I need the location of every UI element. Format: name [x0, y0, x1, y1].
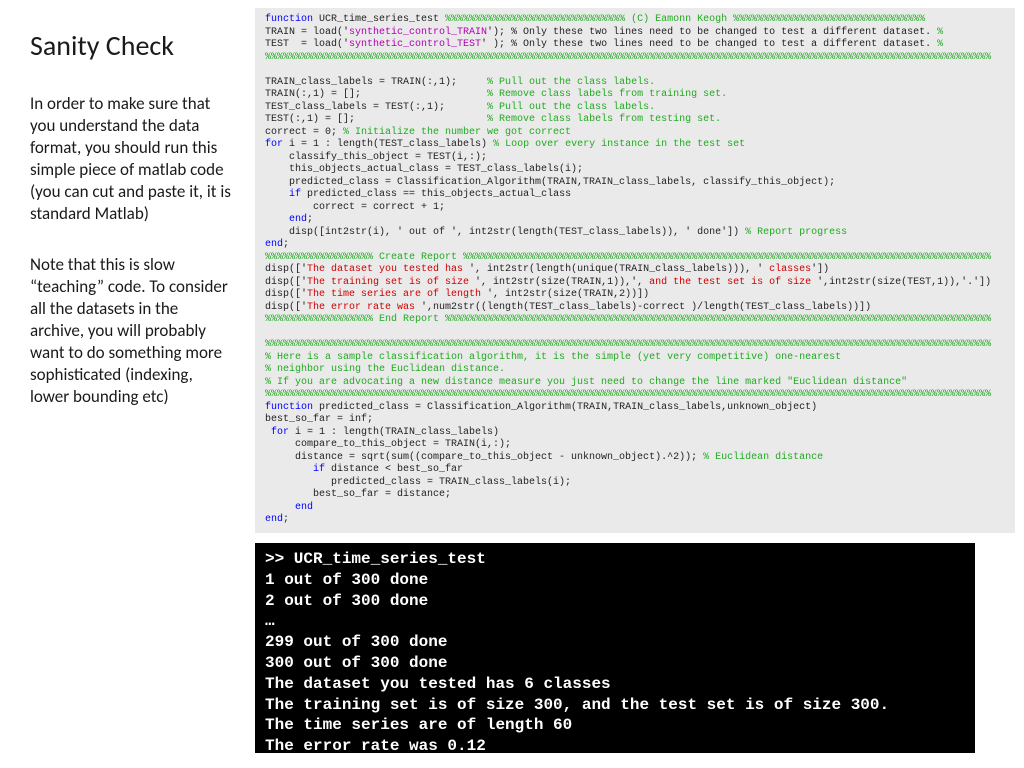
code-text: predicted_class = Classification_Algorit… — [313, 402, 817, 413]
console-output: >> UCR_time_series_test 1 out of 300 don… — [255, 543, 975, 753]
code-text: for — [265, 427, 289, 438]
code-text: % Remove class labels from testing set. — [487, 114, 721, 125]
console-line: 2 out of 300 done — [265, 592, 428, 610]
code-text: and the test set is of size — [649, 277, 817, 288]
code-text: %%%%%%%%%%%%%%%%%%%%%%%%%%%%%%%%%%%%%%%%… — [265, 339, 991, 350]
code-text: end — [295, 502, 313, 513]
code-text: %%%%%%%%%%%%%%%%%%%%%%%%%%%%%%%%%%%%%%%%… — [265, 52, 991, 63]
console-line: … — [265, 612, 275, 630]
code-text: The time series are of length — [307, 289, 487, 300]
code-text: % Here is a sample classification algori… — [265, 352, 841, 363]
code-text: %%%%%%%%%%%%%%%%%%%%%%%%%%%%%%%%%%%%%%%%… — [265, 389, 991, 400]
code-text: best_so_far = distance; — [265, 489, 451, 500]
code-text: %%%%%%%%%%%%%%%%%%%%%%%%%%%%%% (C) Eamon… — [445, 14, 925, 25]
code-text: distance < best_so_far — [325, 464, 463, 475]
code-text: distance = sqrt(sum((compare_to_this_obj… — [265, 452, 703, 463]
console-line: 1 out of 300 done — [265, 571, 428, 589]
code-text: disp([int2str(i), ' out of ', int2str(le… — [265, 227, 745, 238]
console-line: >> UCR_time_series_test — [265, 550, 486, 568]
code-text: ; — [307, 214, 313, 225]
code-text — [265, 214, 289, 225]
code-text: TEST = load(' — [265, 39, 349, 50]
code-text: disp([' — [265, 277, 307, 288]
code-text: ',int2str(size(TEST,1)),'.']) — [817, 277, 991, 288]
code-text: for — [265, 139, 283, 150]
code-text: disp([' — [265, 264, 307, 275]
code-text: correct = 0; — [265, 127, 343, 138]
code-text: % Loop over every instance in the test s… — [493, 139, 745, 150]
code-text: best_so_far = inf; — [265, 414, 373, 425]
code-text: end — [289, 214, 307, 225]
code-text: ; — [283, 514, 289, 525]
code-text: TRAIN = load(' — [265, 27, 349, 38]
page-title: Sanity Check — [30, 28, 235, 63]
code-text: compare_to_this_object = TRAIN(i,:); — [265, 439, 511, 450]
code-text: TEST_class_labels = TEST(:,1); — [265, 102, 487, 113]
code-text: ', int2str(size(TRAIN,1)),', — [475, 277, 649, 288]
code-text: predicted_class == this_objects_actual_c… — [301, 189, 571, 200]
code-text: ']) — [811, 264, 829, 275]
code-text: i = 1 : length(TEST_class_labels) — [283, 139, 493, 150]
code-text: % neighbor using the Euclidean distance. — [265, 364, 505, 375]
code-text: The error rate was — [307, 302, 421, 313]
code-text: ' ); % Only these two lines need to be c… — [481, 39, 937, 50]
intro-paragraph-2: Note that this is slow “teaching” code. … — [30, 254, 235, 409]
console-line: The dataset you tested has 6 classes — [265, 675, 611, 693]
code-text: TRAIN(:,1) = []; — [265, 89, 487, 100]
code-text: classify_this_object = TEST(i,:); — [265, 152, 487, 163]
code-text: TRAIN_class_labels = TRAIN(:,1); — [265, 77, 487, 88]
code-text: if — [289, 189, 301, 200]
code-text: % Report progress — [745, 227, 847, 238]
code-text: this_objects_actual_class = TEST_class_l… — [265, 164, 583, 175]
left-column: Sanity Check In order to make sure that … — [30, 28, 235, 436]
code-text: % If you are advocating a new distance m… — [265, 377, 907, 388]
code-text: '); % Only these two lines need to be ch… — [487, 27, 937, 38]
code-text: ', int2str(length(unique(TRAIN_class_lab… — [469, 264, 763, 275]
code-text: predicted_class = TRAIN_class_labels(i); — [265, 477, 571, 488]
code-text: synthetic_control_TEST — [349, 39, 481, 50]
code-text: % Initialize the number we got correct — [343, 127, 571, 138]
code-text: % Pull out the class labels. — [487, 102, 655, 113]
code-text: predicted_class = Classification_Algorit… — [265, 177, 835, 188]
code-text: end — [265, 239, 283, 250]
code-text: function — [265, 14, 313, 25]
code-text: The training set is of size — [307, 277, 475, 288]
code-text: disp([' — [265, 302, 307, 313]
code-text: correct = correct + 1; — [265, 202, 445, 213]
code-text: end — [265, 514, 283, 525]
code-text — [265, 502, 295, 513]
console-line: The training set is of size 300, and the… — [265, 696, 889, 714]
code-text: classes — [763, 264, 811, 275]
console-line: 299 out of 300 done — [265, 633, 447, 651]
intro-paragraph-1: In order to make sure that you understan… — [30, 93, 235, 226]
code-text: disp([' — [265, 289, 307, 300]
code-text: % — [937, 39, 943, 50]
code-text: %%%%%%%%%%%%%%%%%% End Report %%%%%%%%%%… — [265, 314, 991, 325]
code-text: function — [265, 402, 313, 413]
matlab-code-block: function UCR_time_series_test %%%%%%%%%%… — [255, 8, 1015, 533]
code-text: if — [313, 464, 325, 475]
code-text: % Remove class labels from training set. — [487, 89, 727, 100]
code-text — [265, 189, 289, 200]
code-text — [265, 464, 313, 475]
code-text: ; — [283, 239, 289, 250]
code-text: % Pull out the class labels. — [487, 77, 655, 88]
code-text: %%%%%%%%%%%%%%%%%% Create Report %%%%%%%… — [265, 252, 991, 263]
code-text: % — [937, 27, 943, 38]
console-line: The time series are of length 60 — [265, 716, 572, 734]
code-text: ',num2str((length(TEST_class_labels)-cor… — [421, 302, 871, 313]
code-text: i = 1 : length(TRAIN_class_labels) — [289, 427, 499, 438]
console-line: The error rate was 0.12 — [265, 737, 486, 755]
console-line: 300 out of 300 done — [265, 654, 447, 672]
code-text: UCR_time_series_test — [313, 14, 445, 25]
code-text: TEST(:,1) = []; — [265, 114, 487, 125]
code-text: synthetic_control_TRAIN — [349, 27, 487, 38]
code-text: % Euclidean distance — [703, 452, 823, 463]
code-text: ', int2str(size(TRAIN,2))]) — [487, 289, 649, 300]
code-text: The dataset you tested has — [307, 264, 469, 275]
